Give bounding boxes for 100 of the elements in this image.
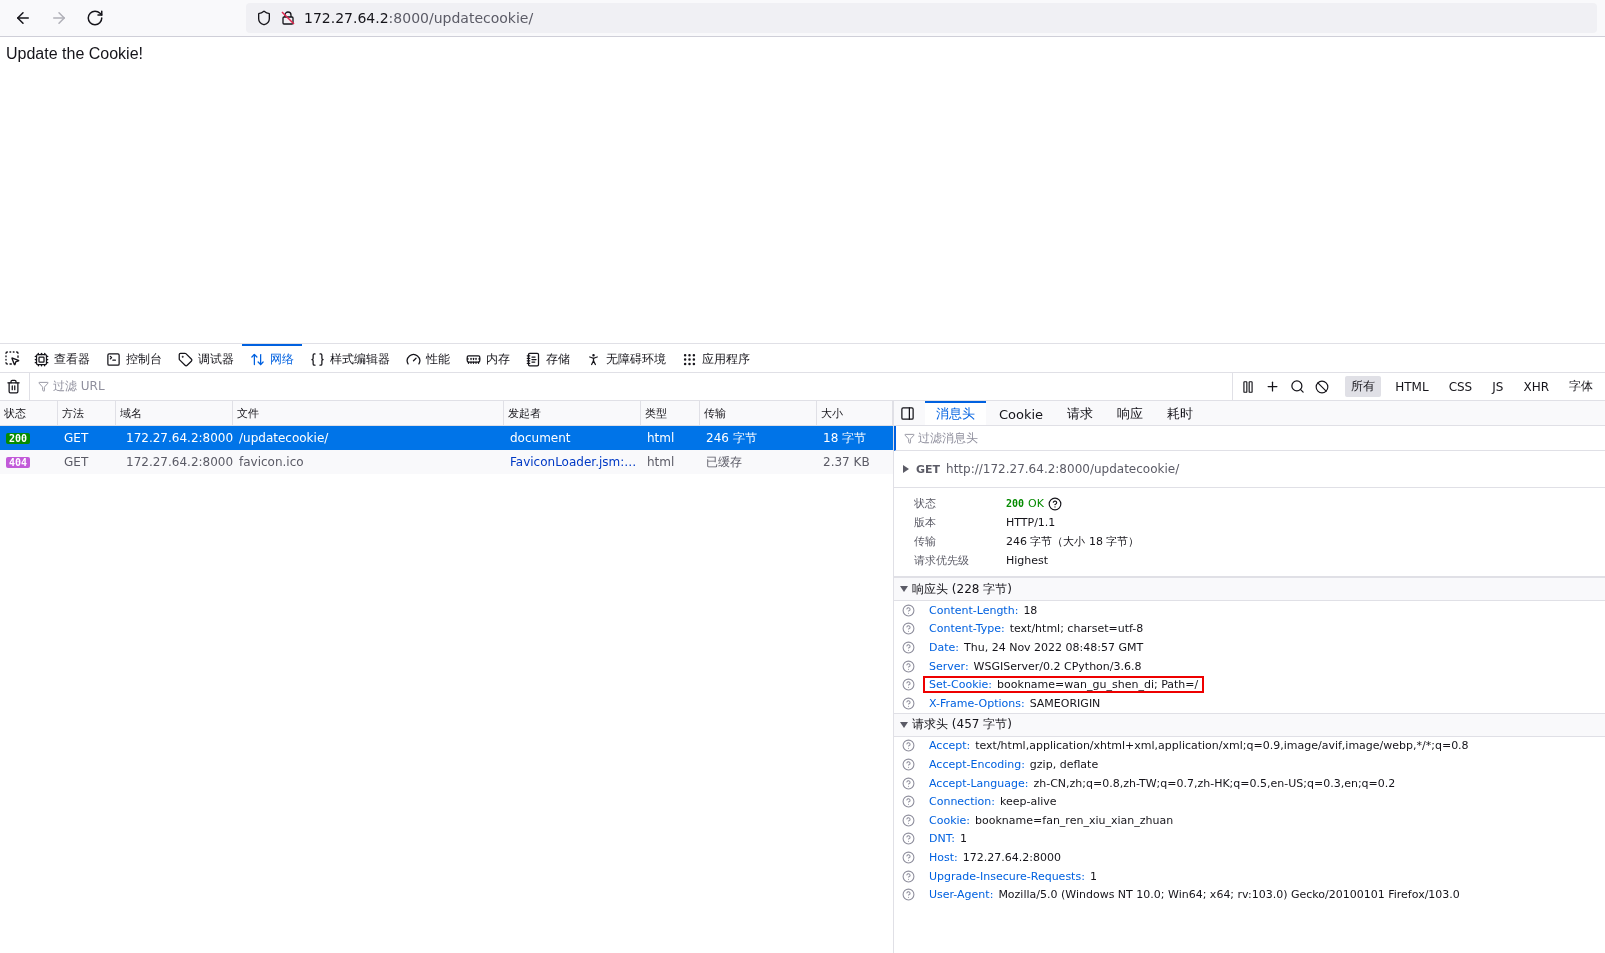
devtools-tab[interactable]: 调试器 — [170, 344, 242, 372]
request-url: http://172.27.64.2:8000/updatecookie/ — [946, 462, 1180, 476]
table-cell[interactable]: 172.27.64.2:8000 — [116, 426, 233, 450]
type-filter-button[interactable]: 所有 — [1345, 376, 1382, 397]
section-header[interactable]: 请求头 (457 字节) — [894, 712, 1605, 737]
summary-label: 请求优先级 — [914, 553, 970, 568]
devtools-tab[interactable]: 应用程序 — [674, 344, 758, 372]
column-header[interactable]: 传输 — [700, 401, 817, 426]
type-filter-button[interactable]: XHR — [1517, 377, 1555, 396]
filter-icon — [38, 381, 49, 392]
table-cell[interactable]: html — [641, 450, 700, 474]
forward-arrow-icon — [50, 9, 68, 27]
page-text: Update the Cookie! — [6, 45, 143, 62]
details-tab[interactable]: 耗时 — [1156, 401, 1205, 425]
reload-icon — [86, 9, 104, 27]
expand-triangle-icon[interactable] — [902, 465, 910, 473]
url-host: 172.27.64.2 — [304, 10, 389, 26]
details-tab[interactable]: Cookie — [988, 401, 1055, 425]
header-name: Accept-Encoding: — [929, 757, 1025, 771]
table-cell[interactable]: /updatecookie/ — [233, 426, 504, 450]
help-icon[interactable] — [1047, 496, 1062, 511]
document-icon — [526, 351, 541, 367]
column-header[interactable]: 域名 — [116, 401, 233, 426]
header-value: text/html; charset=utf-8 — [1009, 622, 1144, 636]
header-value: keep-alive — [999, 795, 1057, 809]
header-value: 1 — [1089, 869, 1097, 883]
trash-icon[interactable] — [6, 379, 21, 394]
request-method: GET — [916, 462, 941, 476]
header-value: text/html,application/xhtml+xml,application/xml;q=0.9,image/avif,image/webp,*/*;q=0.8 — [975, 739, 1469, 753]
table-cell[interactable]: GET — [58, 426, 116, 450]
header-name: User-Agent: — [929, 888, 994, 902]
status-badge: 404 — [6, 456, 31, 468]
header-value: 1 — [959, 832, 967, 846]
filter-icon — [904, 432, 915, 444]
summary-label: 传输 — [914, 534, 937, 549]
summary-label: 版本 — [914, 515, 937, 530]
address-bar[interactable]: 172.27.64.2:8000/updatecookie/ — [246, 3, 1597, 33]
header-name: Cookie: — [929, 813, 971, 827]
header-name: X-Frame-Options: — [929, 696, 1025, 710]
summary-label: 状态 — [914, 496, 937, 511]
collapse-triangle-icon[interactable] — [900, 585, 908, 593]
status-badge: 200 — [6, 432, 31, 444]
header-name: Upgrade-Insecure-Requests: — [929, 869, 1085, 883]
column-header[interactable]: 状态 — [0, 401, 58, 426]
person-icon — [586, 351, 601, 367]
devtools-tab[interactable]: 网络 — [242, 344, 302, 372]
chip-icon — [34, 351, 49, 367]
table-cell[interactable]: html — [641, 426, 700, 450]
header-name: Date: — [929, 641, 959, 654]
devtools-tab[interactable]: 无障碍环境 — [578, 344, 674, 372]
header-name: DNT: — [929, 832, 955, 846]
type-filter-button[interactable]: 字体 — [1563, 376, 1599, 397]
table-cell[interactable]: favicon.ico — [233, 450, 504, 474]
plus-icon[interactable] — [1265, 379, 1281, 394]
header-value: bookname=wan_gu_shen_di; Path=/ — [997, 678, 1199, 692]
column-header[interactable]: 类型 — [641, 401, 700, 426]
details-tab[interactable]: 响应 — [1106, 401, 1155, 425]
element-picker-icon[interactable] — [4, 350, 20, 366]
header-value: 172.27.64.2:8000 — [962, 850, 1061, 864]
header-value: zh-CN,zh;q=0.8,zh-TW;q=0.7,zh-HK;q=0.5,en-US;q=0.3,en;q=0.2 — [1033, 776, 1396, 790]
header-name: Content-Type: — [929, 622, 1005, 636]
type-filter-button[interactable]: HTML — [1389, 377, 1435, 396]
devtools-tab[interactable]: 样式编辑器 — [302, 344, 398, 372]
summary-value: HTTP/1.1 — [1006, 515, 1057, 530]
search-icon[interactable] — [1290, 379, 1306, 394]
table-cell[interactable]: 246 字节 — [700, 426, 817, 450]
devtools-tab[interactable]: 存储 — [518, 344, 578, 372]
header-value: Mozilla/5.0 (Windows NT 10.0; Win64; x64; rv:103.0) Gecko/20100101 Firefox/103.0 — [998, 888, 1460, 902]
section-header[interactable]: 响应头 (228 字节) — [894, 577, 1605, 601]
table-cell[interactable]: 172.27.64.2:8000 — [116, 450, 233, 474]
details-tab[interactable]: 消息头 — [925, 401, 986, 425]
devtools-tab[interactable]: 性能 — [398, 344, 458, 372]
details-tab[interactable]: 请求 — [1056, 401, 1105, 425]
panel-toggle-icon[interactable] — [900, 405, 915, 421]
type-filter-button[interactable]: JS — [1486, 377, 1510, 396]
collapse-triangle-icon[interactable] — [900, 720, 908, 729]
shield-icon[interactable] — [256, 10, 272, 26]
insecure-lock-icon[interactable] — [280, 10, 296, 26]
header-name: Accept: — [929, 739, 971, 753]
header-name: Connection: — [929, 795, 995, 809]
table-cell[interactable]: FaviconLoader.jsm:… — [504, 450, 641, 474]
header-value: WSGIServer/0.2 CPython/3.6.8 — [973, 659, 1142, 673]
devtools-tab[interactable]: 内存 — [458, 344, 518, 372]
column-header[interactable]: 发起者 — [504, 401, 641, 426]
column-header[interactable]: 大小 — [817, 401, 893, 426]
column-header[interactable]: 方法 — [58, 401, 116, 426]
block-icon[interactable] — [1315, 379, 1330, 394]
up-down-arrows-icon — [250, 351, 265, 367]
table-cell[interactable]: 18 字节 — [817, 426, 893, 450]
devtools-tab[interactable]: 控制台 — [98, 344, 170, 372]
table-cell[interactable]: document — [504, 426, 641, 450]
type-filter-button[interactable]: CSS — [1442, 377, 1479, 396]
table-cell[interactable]: GET — [58, 450, 116, 474]
summary-value: 246 字节（大小 18 字节） — [1006, 534, 1141, 549]
pause-icon[interactable] — [1241, 379, 1256, 394]
devtools-tab[interactable]: 查看器 — [26, 344, 98, 372]
table-cell[interactable]: 已缓存 — [700, 450, 817, 474]
table-cell[interactable]: 2.37 KB — [817, 450, 893, 474]
summary-value: Highest — [1006, 553, 1050, 568]
column-header[interactable]: 文件 — [233, 401, 504, 426]
